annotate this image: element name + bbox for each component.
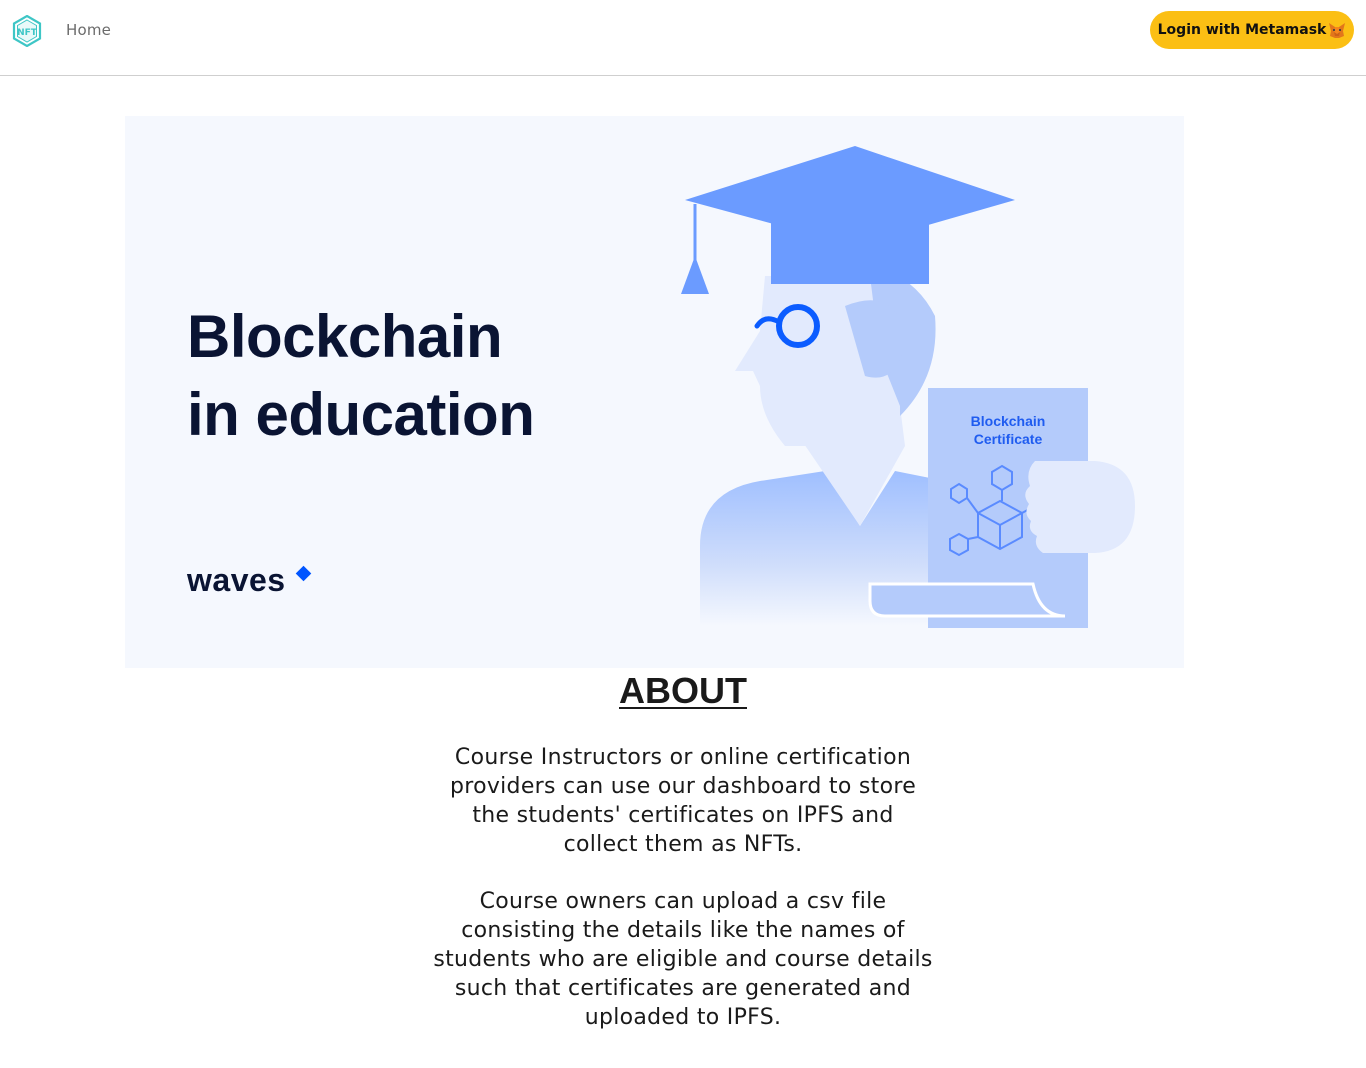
about-heading: ABOUT	[619, 670, 747, 711]
hero-title-line1: Blockchain	[187, 303, 503, 370]
graduate-illustration: Blockchain Certificate	[681, 146, 1135, 628]
hero-banner: Blockchain in education waves Blockchain…	[125, 116, 1184, 668]
about-paragraph-2: Course owners can upload a csv file cons…	[433, 889, 933, 1030]
hero-title-line2: in education	[187, 381, 535, 448]
svg-text:NFT: NFT	[17, 28, 38, 38]
nav-home-link[interactable]: Home	[66, 21, 111, 39]
waves-diamond-icon	[295, 565, 312, 582]
waves-brand-logo: waves	[187, 562, 286, 598]
nft-logo-icon[interactable]: NFT	[12, 15, 42, 47]
about-paragraph-1: Course Instructors or online certificati…	[449, 745, 917, 857]
metamask-fox-icon	[1329, 23, 1346, 38]
hero-title: Blockchain in education	[187, 298, 535, 454]
svg-text:Certificate: Certificate	[974, 431, 1043, 447]
login-metamask-button[interactable]: Login with Metamask	[1150, 11, 1354, 49]
navbar: NFT Home Login with Metamask	[0, 0, 1366, 76]
login-button-label: Login with Metamask	[1157, 22, 1327, 38]
svg-text:Blockchain: Blockchain	[971, 413, 1046, 429]
